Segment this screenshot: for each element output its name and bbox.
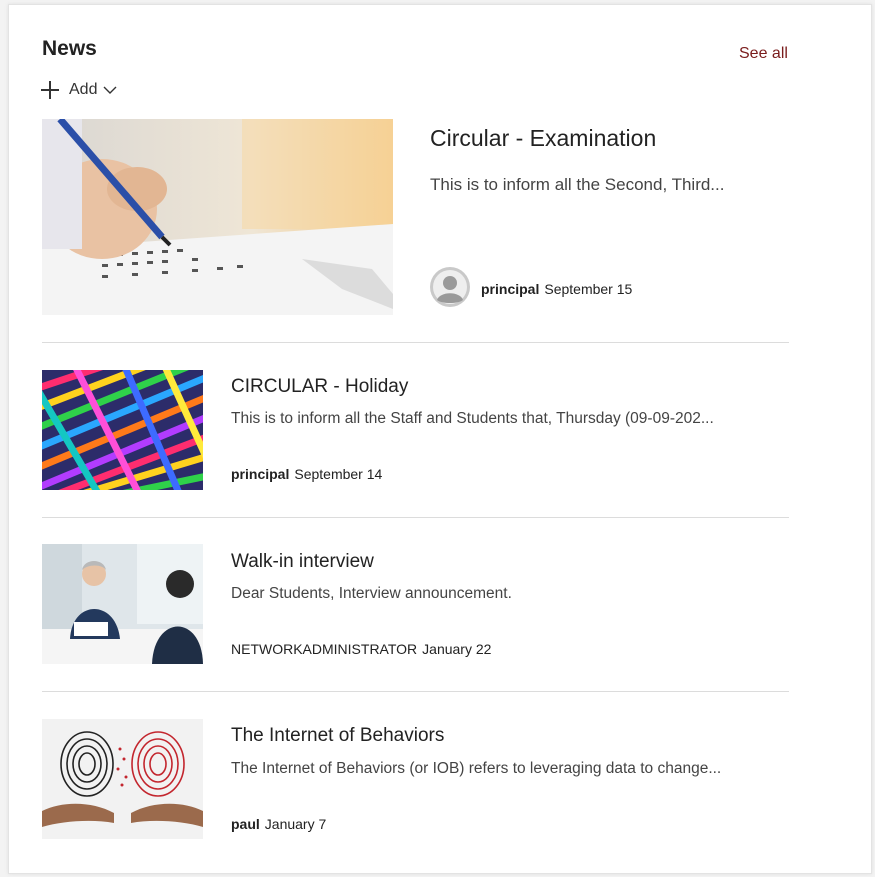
publish-date: September 14 — [294, 466, 383, 482]
news-title-link[interactable]: CIRCULAR - Holiday — [231, 376, 408, 398]
news-meta: paul January 7 — [231, 816, 326, 832]
fingerprint-hands-image — [42, 719, 203, 839]
news-thumbnail[interactable] — [42, 719, 203, 839]
news-description: This is to inform all the Staff and Stud… — [231, 410, 714, 427]
divider — [42, 517, 789, 518]
avatar-icon — [430, 267, 470, 307]
news-description: The Internet of Behaviors (or IOB) refer… — [231, 760, 722, 777]
add-button[interactable]: Add — [41, 79, 117, 101]
news-meta: NETWORKADMINISTRATOR January 22 — [231, 641, 491, 657]
news-meta: principal September 14 — [231, 466, 382, 482]
divider — [42, 691, 789, 692]
chevron-down-icon — [103, 86, 117, 94]
author-name: principal — [481, 281, 540, 297]
add-label: Add — [69, 81, 98, 98]
colorful-ribbons-image — [42, 370, 203, 490]
news-title-link[interactable]: The Internet of Behaviors — [231, 725, 444, 747]
interview-image — [42, 544, 203, 664]
hero-news-title[interactable]: Circular - Examination — [430, 125, 656, 152]
exam-pencil-image — [42, 119, 393, 315]
news-title: News — [42, 37, 97, 60]
plus-icon — [41, 81, 59, 99]
author-name: NETWORKADMINISTRATOR — [231, 641, 418, 657]
news-thumbnail[interactable] — [42, 544, 203, 664]
author-name: principal — [231, 466, 290, 482]
news-description: Dear Students, Interview announcement. — [231, 585, 512, 602]
publish-date: September 15 — [544, 281, 633, 297]
publish-date: January 7 — [264, 816, 327, 832]
publish-date: January 22 — [422, 641, 492, 657]
hero-news-description: This is to inform all the Second, Third.… — [430, 175, 725, 194]
divider — [42, 342, 789, 343]
author-name: paul — [231, 816, 260, 832]
see-all-link[interactable]: See all — [739, 45, 788, 63]
news-thumbnail[interactable] — [42, 370, 203, 490]
news-title-link[interactable]: Walk-in interview — [231, 551, 374, 573]
hero-image[interactable] — [42, 119, 393, 315]
hero-news-meta: principal September 15 — [481, 281, 632, 297]
news-webpart: News See all Add Circular - Examination … — [8, 4, 872, 874]
